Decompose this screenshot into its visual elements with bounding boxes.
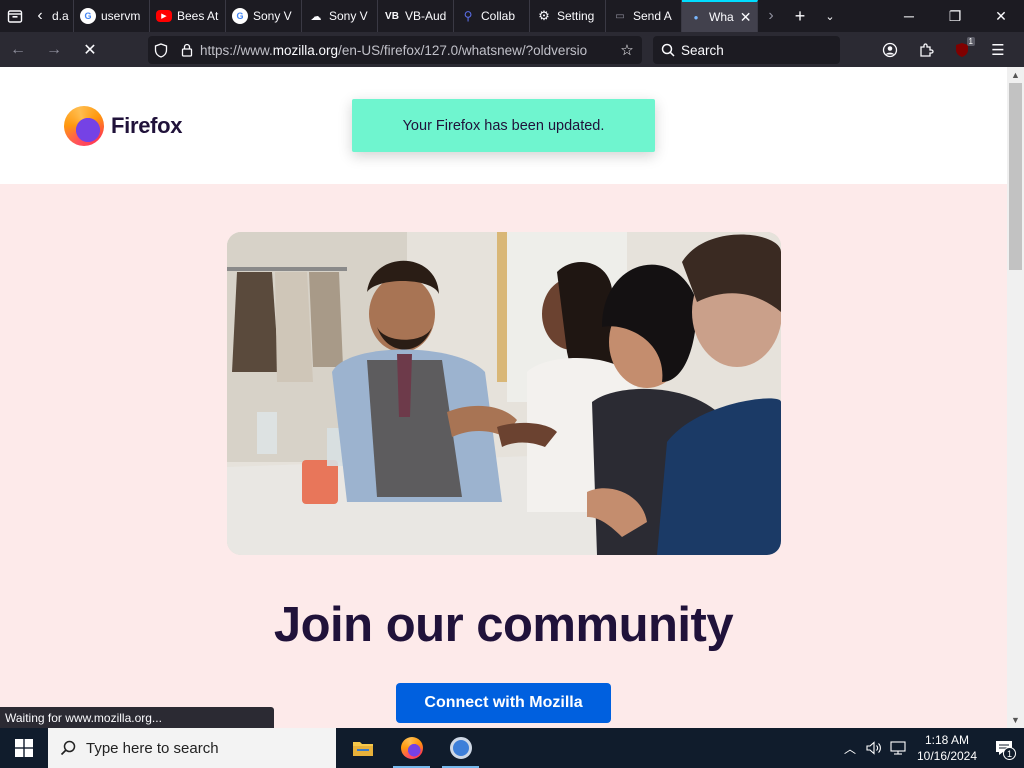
tab-5[interactable]: ☁ Sony V <box>302 0 378 32</box>
firefox-logo[interactable]: Firefox <box>64 106 183 146</box>
google-icon: G <box>80 8 96 24</box>
list-all-tabs-icon[interactable]: ⌄ <box>816 0 844 32</box>
url-text: https://www.mozilla.org/en-US/firefox/12… <box>200 43 612 58</box>
url-prefix: https://www. <box>200 42 273 58</box>
community-photo <box>227 232 781 555</box>
address-bar[interactable]: https://www.mozilla.org/en-US/firefox/12… <box>148 36 642 64</box>
tab-whatsnew-active[interactable]: ● Wha ✕ <box>682 0 758 32</box>
tracking-protection-shield-icon[interactable] <box>148 42 174 58</box>
magnifier-icon <box>661 43 675 57</box>
firefox-view-icon[interactable] <box>0 0 30 32</box>
tab-4[interactable]: G Sony V <box>226 0 302 32</box>
clock-date: 10/16/2024 <box>916 749 978 763</box>
taskbar-clock[interactable]: 1:18 AM 10/16/2024 <box>910 732 984 764</box>
clock-time: 1:18 AM <box>924 733 970 747</box>
update-message: Your Firefox has been updated. <box>402 117 605 134</box>
extensions-puzzle-icon[interactable] <box>908 34 944 66</box>
status-panel: Waiting for www.mozilla.org... <box>0 707 274 728</box>
toolbar-right: 1 ☰ <box>872 32 1016 67</box>
search-icon: ⚲ <box>463 9 473 23</box>
google-icon: G <box>232 8 248 24</box>
tab-6[interactable]: VB VB-Aud <box>378 0 454 32</box>
close-tab-icon[interactable]: ✕ <box>740 9 752 26</box>
start-button[interactable] <box>0 728 48 768</box>
firefox-icon <box>400 737 423 759</box>
forward-icon[interactable]: → <box>36 34 72 66</box>
vb-audio-icon: VB <box>385 10 399 22</box>
tab-label: d.a <box>52 9 69 23</box>
file-explorer-button[interactable] <box>338 728 387 768</box>
volume-icon[interactable] <box>862 741 886 755</box>
tab-label: VB-Aud <box>405 9 447 23</box>
hero-image <box>227 232 781 555</box>
hamburger-menu-icon[interactable]: ☰ <box>980 34 1016 66</box>
url-domain: mozilla.org <box>272 42 339 58</box>
search-placeholder: Search <box>681 42 724 58</box>
youtube-icon: ▶ <box>156 10 172 22</box>
action-center-icon[interactable]: 1 <box>984 740 1024 760</box>
notification-count-badge: 1 <box>1003 747 1016 760</box>
generic-page-icon: ▭ <box>615 10 625 22</box>
restore-icon[interactable]: ❐ <box>932 0 978 32</box>
minimize-icon[interactable]: ─ <box>886 0 932 32</box>
back-icon[interactable]: ← <box>0 34 36 66</box>
tab-label: Bees At <box>177 9 219 23</box>
search-icon <box>60 740 76 756</box>
tab-label: Send A <box>633 9 672 23</box>
stop-loading-icon[interactable]: ✕ <box>72 34 108 66</box>
tab-3[interactable]: ▶ Bees At <box>150 0 226 32</box>
close-window-icon[interactable]: ✕ <box>978 0 1024 32</box>
tab-label: uservm <box>101 9 141 23</box>
tab-8[interactable]: ⚙ Setting <box>530 0 606 32</box>
search-input[interactable]: Search <box>653 36 840 64</box>
ublock-count-badge: 1 <box>966 36 975 46</box>
update-notification: Your Firefox has been updated. <box>352 99 655 152</box>
taskbar-search-placeholder: Type here to search <box>86 739 219 757</box>
system-tray: ︿ 1:18 AM 10/16/2024 1 <box>838 728 1024 768</box>
url-path: /en-US/firefox/127.0/whatsnew/?oldversio <box>338 42 588 58</box>
scroll-down-icon[interactable]: ▼ <box>1007 712 1024 728</box>
connect-with-mozilla-button[interactable]: Connect with Mozilla <box>396 683 611 723</box>
loading-dot-icon: ● <box>693 12 699 22</box>
page-header: Firefox Your Firefox has been updated. <box>0 67 1007 184</box>
show-hidden-icons-chevron-icon[interactable]: ︿ <box>838 740 862 757</box>
page-headline: Join our community <box>273 598 734 652</box>
windows-logo-icon <box>15 739 33 757</box>
scroll-tabs-right-icon[interactable]: › <box>758 0 784 32</box>
lock-icon[interactable] <box>174 43 200 57</box>
scrollbar-thumb[interactable] <box>1009 83 1022 270</box>
tab-label: Collab <box>481 9 516 23</box>
taskbar-search-box[interactable]: Type here to search <box>48 728 336 768</box>
folder-icon <box>352 742 373 756</box>
tab-7[interactable]: ⚲ Collab <box>454 0 530 32</box>
chrome-taskbar-button[interactable] <box>436 728 485 768</box>
browser-window: ‹ d.a G uservm ▶ Bees At G Sony V ☁ Sony… <box>0 0 1024 728</box>
bookmark-star-icon[interactable]: ☆ <box>612 41 642 59</box>
tab-label: Sony V <box>253 9 292 23</box>
status-text: Waiting for www.mozilla.org... <box>5 710 162 725</box>
tab-label: Setting <box>557 9 595 23</box>
scroll-tabs-left-icon[interactable]: ‹ <box>30 0 50 32</box>
page-content: Firefox Your Firefox has been updated. J… <box>0 67 1007 728</box>
windows-taskbar: Type here to search ︿ 1:18 AM 10/16/2024… <box>0 728 1024 768</box>
cloud-icon: ☁ <box>310 10 322 23</box>
account-icon[interactable] <box>872 34 908 66</box>
ublock-origin-icon[interactable]: 1 <box>944 34 980 66</box>
network-icon[interactable] <box>886 741 910 755</box>
chromium-icon <box>449 737 472 759</box>
tab-2[interactable]: G uservm <box>74 0 150 32</box>
tab-label: Sony V <box>329 9 368 23</box>
tab-9[interactable]: ▭ Send A <box>606 0 682 32</box>
gear-icon: ⚙ <box>538 8 550 23</box>
navigation-toolbar: ← → ✕ https://www.mozilla.org/en-US/fire… <box>0 32 1024 67</box>
brand-name: Firefox <box>111 113 183 138</box>
firefox-icon <box>64 106 104 146</box>
firefox-taskbar-button[interactable] <box>387 728 436 768</box>
new-tab-icon[interactable]: + <box>784 0 816 32</box>
tab-strip: ‹ d.a G uservm ▶ Bees At G Sony V ☁ Sony… <box>0 0 1024 32</box>
tab-1[interactable]: d.a <box>50 0 74 32</box>
tab-label: Wha <box>709 10 734 24</box>
scroll-up-icon[interactable]: ▲ <box>1007 67 1024 83</box>
